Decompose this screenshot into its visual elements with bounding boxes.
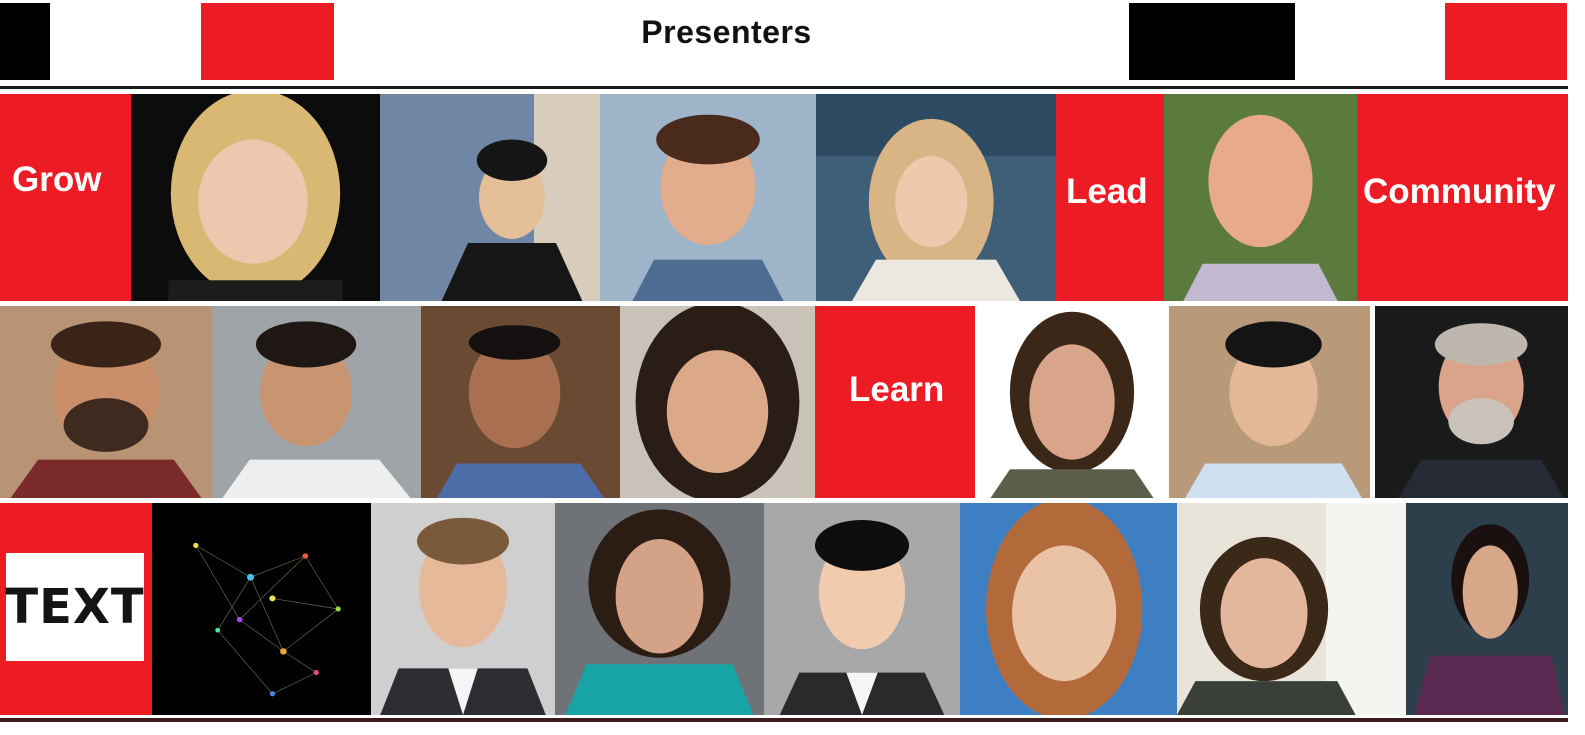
label-learn: Learn [849, 370, 945, 409]
presenter-photo [816, 94, 1056, 301]
presenter-photo [380, 94, 600, 301]
header-divider [0, 86, 1568, 89]
presenter-photo [620, 306, 815, 498]
presenter-photo [371, 503, 555, 715]
presenter-photo [212, 306, 421, 498]
presenter-photo [555, 503, 764, 715]
tile-lead: Lead [1056, 94, 1164, 301]
tile-community: Community [1357, 94, 1568, 301]
presenter-photo [1406, 503, 1568, 715]
presenter-photo [131, 94, 380, 301]
footer-divider [0, 718, 1568, 722]
header-block-black-right [1129, 3, 1295, 80]
presenter-photo [1164, 94, 1357, 301]
presenter-photo [421, 306, 620, 498]
presenter-photo [1177, 503, 1406, 715]
presenter-photo [764, 503, 960, 715]
presenter-photo [975, 306, 1169, 498]
text-logo: TEXT [5, 553, 145, 661]
network-graph-image [152, 503, 371, 715]
presenter-photo [960, 503, 1177, 715]
tile-grow: Grow [0, 94, 131, 301]
tile-learn: Learn [815, 306, 975, 498]
label-community: Community [1363, 172, 1556, 211]
presenter-photo [1169, 306, 1370, 498]
presenter-photo [1375, 306, 1568, 498]
label-grow: Grow [12, 160, 102, 199]
presenter-photo [600, 94, 816, 301]
text-logo-label: TEXT [5, 579, 145, 635]
header-block-red-right [1445, 3, 1567, 80]
tile-text: TEXT [0, 503, 152, 715]
label-lead: Lead [1066, 172, 1148, 211]
presenter-photo [0, 306, 212, 498]
